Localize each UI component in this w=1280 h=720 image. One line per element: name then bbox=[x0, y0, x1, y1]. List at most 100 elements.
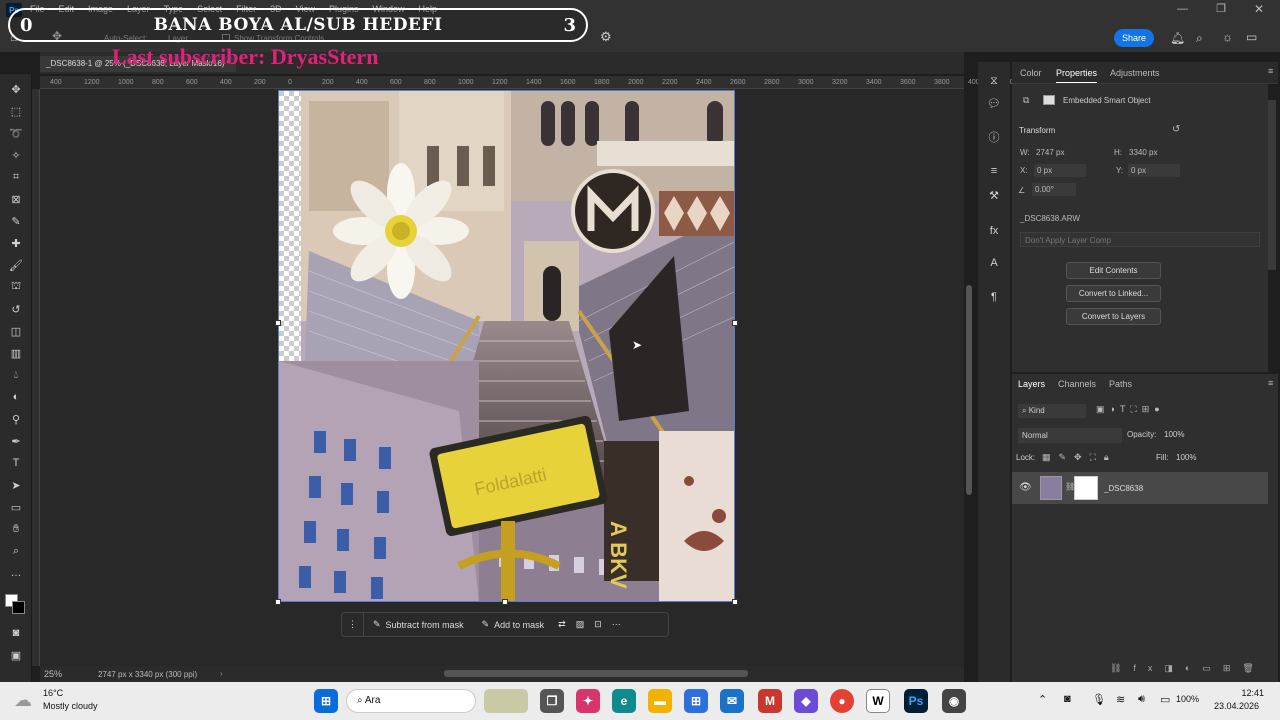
clock-date[interactable]: 23.04.2026 bbox=[1214, 701, 1259, 711]
properties-scrollbar[interactable] bbox=[1268, 100, 1276, 270]
tab-color[interactable]: Color bbox=[1020, 68, 1042, 78]
battery-icon[interactable]: ▭ bbox=[1160, 693, 1170, 706]
microphone-icon[interactable]: 🎙︎ bbox=[1092, 693, 1106, 706]
weather-status[interactable]: Mostly cloudy bbox=[43, 701, 98, 711]
tab-adjustments[interactable]: Adjustments bbox=[1110, 68, 1160, 78]
discord-icon[interactable]: ◙ bbox=[1064, 693, 1071, 705]
healing-brush-icon[interactable]: ✚ bbox=[6, 234, 26, 252]
history-brush-icon[interactable]: ↺ bbox=[6, 300, 26, 318]
search-highlight-icon[interactable] bbox=[484, 689, 528, 713]
type-tool-icon[interactable]: T bbox=[6, 454, 26, 472]
drag-handle-icon[interactable]: ⋮ bbox=[342, 613, 364, 636]
crop-tool-icon[interactable]: ⌗ bbox=[6, 168, 26, 186]
layer-comp-select[interactable]: Don't Apply Layer Comp bbox=[1020, 232, 1260, 247]
clone-stamp-icon[interactable]: ⛫ bbox=[6, 278, 26, 296]
height-field[interactable]: 3340 px bbox=[1129, 148, 1157, 157]
more-options-icon[interactable]: ⋯ bbox=[607, 613, 626, 636]
width-field[interactable]: 2747 px bbox=[1036, 148, 1064, 157]
horizontal-scrollbar[interactable] bbox=[444, 670, 748, 677]
status-arrow-icon[interactable]: › bbox=[220, 669, 223, 678]
dodge-tool-icon[interactable]: ◐ bbox=[6, 388, 26, 406]
clock-time[interactable]: 12:41 bbox=[1220, 688, 1264, 698]
workspace-icon[interactable]: ▭ bbox=[1246, 30, 1257, 44]
frame-tool-icon[interactable]: ⊠ bbox=[6, 190, 26, 208]
angle-field[interactable]: 0.00° bbox=[1032, 183, 1076, 196]
transform-handle-right[interactable] bbox=[732, 320, 738, 326]
kind-filter[interactable]: ⌕ Kind bbox=[1018, 404, 1086, 418]
layer-action-icons[interactable]: ⛓fx◨◐▭⊞🗑︎ bbox=[1110, 663, 1266, 674]
search-icon[interactable]: ⌕ bbox=[1196, 31, 1203, 46]
taskbar-search[interactable]: ⌕ Ara bbox=[346, 689, 476, 713]
adjustments-icon[interactable]: ≡ bbox=[984, 162, 1004, 180]
comments-icon[interactable]: 💬︎ bbox=[984, 94, 1004, 112]
task-view-icon[interactable]: ❐ bbox=[540, 689, 564, 713]
transform-handle-bottom-left[interactable] bbox=[275, 599, 281, 605]
marquee-tool-icon[interactable]: ⬚ bbox=[6, 102, 26, 120]
convert-to-linked-button[interactable]: Convert to Linked... bbox=[1066, 285, 1161, 302]
hand-tool-icon[interactable]: ✋︎ bbox=[6, 520, 26, 538]
layers-menu-icon[interactable]: ≡ bbox=[1268, 378, 1273, 388]
tab-channels[interactable]: Channels bbox=[1058, 379, 1096, 389]
eyedropper-icon[interactable]: ✎ bbox=[6, 212, 26, 230]
file-explorer-icon[interactable]: ▬ bbox=[648, 689, 672, 713]
tab-layers[interactable]: Layers bbox=[1018, 379, 1045, 389]
panel-menu-icon[interactable]: ≡ bbox=[1268, 66, 1273, 76]
layer-row[interactable]: 👁︎ ⛓ _DSC8638 bbox=[1012, 472, 1268, 504]
document-image[interactable]: A BKV Foldalatti bbox=[278, 90, 735, 602]
transform-handle-bottom-right[interactable] bbox=[732, 599, 738, 605]
share-button[interactable]: Share bbox=[1114, 29, 1154, 47]
temperature[interactable]: 16°C bbox=[43, 688, 63, 698]
history-icon[interactable]: ⧖ bbox=[984, 72, 1004, 90]
discover-icon[interactable]: ☼ bbox=[1222, 30, 1233, 44]
eraser-tool-icon[interactable]: ◫ bbox=[6, 322, 26, 340]
opacity-field[interactable]: 100% bbox=[1164, 430, 1184, 439]
more-tools-icon[interactable]: … bbox=[6, 564, 26, 582]
object-select-icon[interactable]: ✧ bbox=[6, 146, 26, 164]
blur-tool-icon[interactable]: 💧︎ bbox=[6, 366, 26, 384]
refine-mask-icon[interactable]: ⊡ bbox=[589, 613, 607, 636]
zoom-tool-icon[interactable]: ⌕ bbox=[6, 542, 26, 560]
lasso-tool-icon[interactable]: ➰ bbox=[6, 124, 26, 142]
vertical-scrollbar[interactable] bbox=[966, 285, 972, 495]
convert-to-layers-button[interactable]: Convert to Layers bbox=[1066, 308, 1161, 325]
lock-icons[interactable]: ▦✎✥⛶🔒︎ bbox=[1042, 452, 1117, 463]
layer-mask-thumbnail[interactable] bbox=[1074, 476, 1098, 500]
photoshop-taskbar-icon[interactable]: Ps bbox=[904, 689, 928, 713]
gear-icon[interactable]: ⚙ bbox=[600, 29, 612, 45]
rectangle-tool-icon[interactable]: ▭ bbox=[6, 498, 26, 516]
fill-field[interactable]: 100% bbox=[1176, 453, 1196, 462]
fx-styles-icon[interactable]: fx bbox=[984, 222, 1004, 240]
subtract-from-mask-button[interactable]: ✎ Subtract from mask bbox=[364, 613, 473, 636]
zoom-level[interactable]: 25% bbox=[44, 669, 62, 679]
info-icon[interactable]: ⓘ bbox=[984, 128, 1004, 146]
y-field[interactable]: 0 px bbox=[1128, 164, 1180, 177]
volume-icon[interactable]: 🔊︎ bbox=[1138, 693, 1145, 706]
minimize-icon[interactable]: — bbox=[1177, 3, 1188, 15]
wifi-icon[interactable]: ≋ bbox=[1116, 693, 1125, 706]
copilot-icon[interactable]: ✦ bbox=[576, 689, 600, 713]
outlook-icon[interactable]: ✉ bbox=[720, 689, 744, 713]
x-field[interactable]: 0 px bbox=[1034, 164, 1086, 177]
brush-tool-icon[interactable]: 🖌︎ bbox=[6, 256, 26, 274]
character-icon[interactable]: A bbox=[984, 254, 1004, 272]
tab-paths[interactable]: Paths bbox=[1109, 379, 1132, 389]
close-icon[interactable]: ✕ bbox=[1254, 2, 1264, 16]
reset-transform-icon[interactable]: ↺ bbox=[1172, 124, 1180, 135]
background-color-swatch[interactable] bbox=[12, 601, 25, 614]
screen-mode-icon[interactable]: ▣ bbox=[6, 646, 26, 664]
mask-settings-icon[interactable]: ▨ bbox=[571, 613, 590, 636]
add-to-mask-button[interactable]: ✎ Add to mask bbox=[473, 613, 554, 636]
transform-handle-bottom[interactable] bbox=[502, 599, 508, 605]
start-windows-icon[interactable]: ⊞ bbox=[314, 689, 338, 713]
transform-handle-left[interactable] bbox=[275, 320, 281, 326]
move-tool-icon[interactable]: ✥ bbox=[6, 80, 26, 98]
gradient-tool-icon[interactable]: ▥ bbox=[6, 344, 26, 362]
quick-mask-icon[interactable]: ◙ bbox=[6, 624, 26, 642]
edge-icon[interactable]: e bbox=[612, 689, 636, 713]
document-size[interactable]: 2747 px x 3340 px (300 ppi) bbox=[98, 670, 197, 679]
path-select-icon[interactable]: ➤ bbox=[6, 476, 26, 494]
pen-tool-icon[interactable]: ✒ bbox=[6, 432, 26, 450]
visibility-eye-icon[interactable]: 👁︎ bbox=[1019, 482, 1032, 493]
store-icon[interactable]: ⊞ bbox=[684, 689, 708, 713]
edit-contents-button[interactable]: Edit Contents bbox=[1066, 262, 1161, 279]
